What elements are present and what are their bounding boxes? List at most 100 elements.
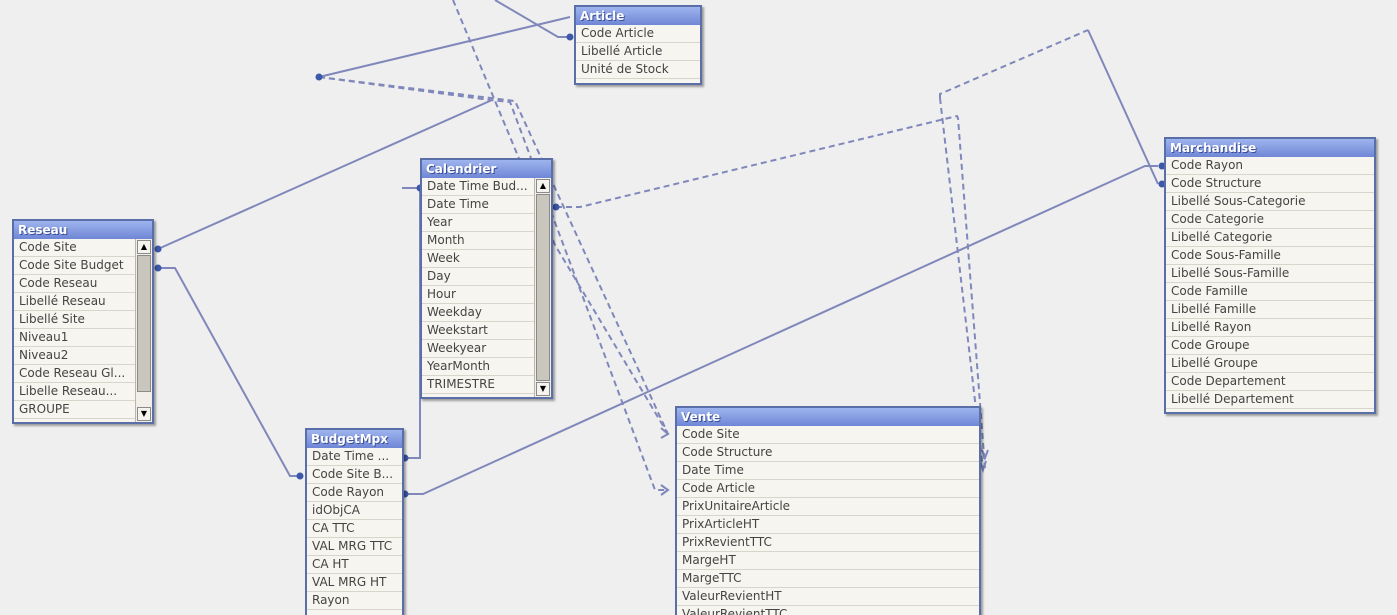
- table-title[interactable]: Reseau: [14, 219, 152, 239]
- field-row[interactable]: Code Rayon: [307, 484, 402, 502]
- table-title[interactable]: Vente: [677, 406, 979, 426]
- field-list: Code Site Code Site Budget Code Reseau Libe…: [14, 239, 136, 422]
- field-row[interactable]: Code Site: [677, 426, 979, 444]
- field-row[interactable]: Libellé Site: [14, 311, 136, 329]
- field-row[interactable]: Libellé Rayon: [1166, 319, 1374, 337]
- field-row[interactable]: CA TTC: [307, 520, 402, 538]
- field-row[interactable]: idObjCA: [307, 502, 402, 520]
- field-row[interactable]: Weekyear: [422, 340, 535, 358]
- field-row[interactable]: VAL MRG HT: [307, 574, 402, 592]
- table-viewer-canvas: Article Code Article Libellé Article Unité…: [0, 0, 1397, 615]
- field-row[interactable]: Libellé Sous-Famille: [1166, 265, 1374, 283]
- field-row[interactable]: Date Time Bud...: [422, 178, 535, 196]
- field-row[interactable]: Code Site Budget: [14, 257, 136, 275]
- field-row[interactable]: Code Structure: [677, 444, 979, 462]
- field-row[interactable]: Date Time: [422, 196, 535, 214]
- field-list: Code Article Libellé Article Unité de Stoc…: [576, 25, 700, 83]
- link-dot: [296, 472, 304, 480]
- field-row[interactable]: TRIMESTRE: [422, 376, 535, 394]
- field-row[interactable]: Libellé Sous-Categorie: [1166, 193, 1374, 211]
- field-row[interactable]: Code Site: [14, 239, 136, 257]
- table-article[interactable]: Article Code Article Libellé Article Unité…: [574, 5, 702, 85]
- link-marchandise-structure: [1087, 29, 1159, 185]
- table-title[interactable]: Calendrier: [422, 158, 551, 178]
- field-row[interactable]: Code Structure: [1166, 175, 1374, 193]
- field-list: Code Site Code Structure Date Time Code Art…: [677, 426, 979, 615]
- table-marchandise[interactable]: Marchandise Code Rayon Code Structure Libe…: [1164, 137, 1376, 414]
- field-row[interactable]: Date Time: [677, 462, 979, 480]
- link-dot: [154, 264, 162, 272]
- field-row[interactable]: Code Site B...: [307, 466, 402, 484]
- field-row[interactable]: CA HT: [307, 556, 402, 574]
- arrow-vente-structure-2: [981, 449, 989, 461]
- table-calendrier[interactable]: Calendrier Date Time Bud... Date Time Year…: [420, 158, 553, 399]
- table-title[interactable]: Article: [576, 5, 700, 25]
- field-row[interactable]: Libellé Categorie: [1166, 229, 1374, 247]
- table-reseau[interactable]: Reseau Code Site Code Site Budget Code Res…: [12, 219, 154, 424]
- field-row[interactable]: ValeurRevientHT: [677, 588, 979, 606]
- link-vente-structure-top: [939, 29, 1089, 98]
- field-list: Date Time Bud... Date Time Year Month Week Da…: [422, 178, 535, 397]
- field-row[interactable]: ValeurRevientTTC: [677, 606, 979, 615]
- scrollbar[interactable]: ▲ ▼: [534, 178, 551, 397]
- field-row[interactable]: MargeHT: [677, 552, 979, 570]
- field-row[interactable]: YearMonth: [422, 358, 535, 376]
- field-row[interactable]: GROUPE: [14, 401, 136, 419]
- field-row[interactable]: Code Categorie: [1166, 211, 1374, 229]
- field-row[interactable]: Libellé Article: [576, 43, 700, 61]
- table-title[interactable]: BudgetMpx: [307, 428, 402, 448]
- link-dot: [154, 245, 162, 253]
- field-row[interactable]: PrixArticleHT: [677, 516, 979, 534]
- link-reseau-budget: [158, 267, 300, 477]
- field-row[interactable]: Rayon: [307, 592, 402, 610]
- link-article-hub: [318, 16, 571, 78]
- field-row[interactable]: Libellé Famille: [1166, 301, 1374, 319]
- link-dot: [566, 33, 574, 41]
- field-row[interactable]: MargeTTC: [677, 570, 979, 588]
- field-row[interactable]: Code Article: [576, 25, 700, 43]
- arrow-vente-article: [660, 484, 670, 496]
- link-budget-calendrier: [402, 187, 421, 459]
- field-row[interactable]: Code Reseau: [14, 275, 136, 293]
- field-row[interactable]: Code Departement: [1166, 373, 1374, 391]
- field-row[interactable]: Date Time ...: [307, 448, 402, 466]
- scroll-thumb[interactable]: [536, 194, 550, 381]
- field-row[interactable]: Code Rayon: [1166, 157, 1374, 175]
- field-row[interactable]: Libellé Groupe: [1166, 355, 1374, 373]
- field-row[interactable]: Libellé Departement: [1166, 391, 1374, 409]
- field-row[interactable]: Code Groupe: [1166, 337, 1374, 355]
- scrollbar[interactable]: ▲ ▼: [135, 239, 152, 422]
- link-dot: [315, 73, 323, 81]
- field-row[interactable]: PrixRevientTTC: [677, 534, 979, 552]
- field-row[interactable]: Code Article: [677, 480, 979, 498]
- arrow-vente-date: [660, 427, 670, 439]
- field-row[interactable]: Niveau2: [14, 347, 136, 365]
- field-row[interactable]: Code Famille: [1166, 283, 1374, 301]
- field-list: Code Rayon Code Structure Libellé Sous-Cat…: [1166, 157, 1374, 412]
- field-row[interactable]: Code Reseau Gl...: [14, 365, 136, 383]
- field-row[interactable]: Code Sous-Famille: [1166, 247, 1374, 265]
- field-row[interactable]: Day: [422, 268, 535, 286]
- link-article-code: [494, 0, 570, 38]
- field-row[interactable]: Weekstart: [422, 322, 535, 340]
- table-title[interactable]: Marchandise: [1166, 137, 1374, 157]
- field-row[interactable]: Month: [422, 232, 535, 250]
- field-row[interactable]: VAL MRG TTC: [307, 538, 402, 556]
- field-row[interactable]: Unité de Stock: [576, 61, 700, 79]
- field-row[interactable]: Year: [422, 214, 535, 232]
- scroll-up-icon[interactable]: ▲: [536, 179, 550, 193]
- field-row[interactable]: PrixUnitaireArticle: [677, 498, 979, 516]
- field-row[interactable]: Niveau1: [14, 329, 136, 347]
- field-row[interactable]: Week: [422, 250, 535, 268]
- field-row[interactable]: Libelle Reseau...: [14, 383, 136, 401]
- scroll-up-icon[interactable]: ▲: [137, 240, 151, 254]
- field-row[interactable]: Weekday: [422, 304, 535, 322]
- scroll-down-icon[interactable]: ▼: [137, 407, 151, 421]
- field-row[interactable]: Hour: [422, 286, 535, 304]
- table-vente[interactable]: Vente Code Site Code Structure Date Time Co…: [675, 406, 981, 615]
- table-budgetmpx[interactable]: BudgetMpx Date Time ... Code Site B... Cod…: [305, 428, 404, 615]
- field-row[interactable]: Libellé Reseau: [14, 293, 136, 311]
- scroll-thumb[interactable]: [137, 255, 151, 392]
- link-dot: [552, 203, 560, 211]
- scroll-down-icon[interactable]: ▼: [536, 382, 550, 396]
